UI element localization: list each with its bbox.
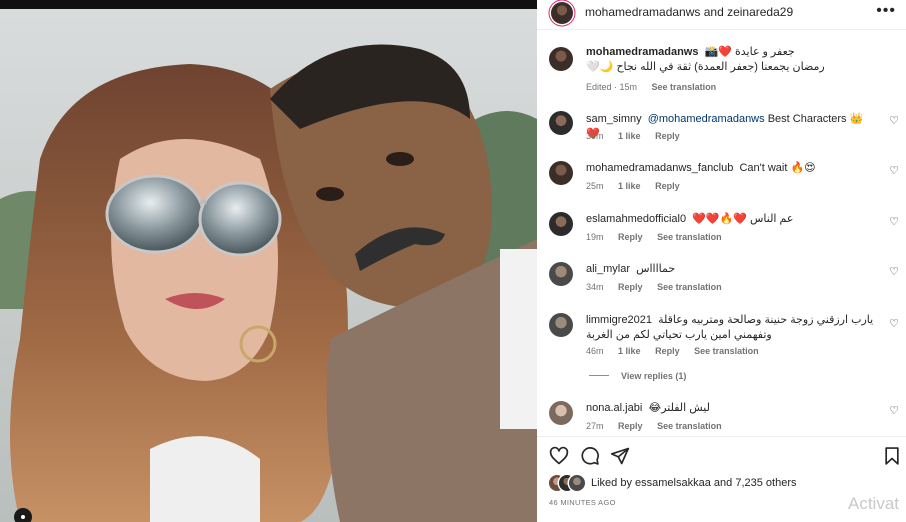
caption-edited: Edited · 15m: [586, 82, 638, 92]
comment-time: 46m: [586, 346, 604, 356]
comment-avatar[interactable]: [549, 313, 573, 337]
caption-body: mohamedramadanws جعفر و عايدة ❤️📸 رمضان …: [586, 45, 880, 75]
comment-like-heart-icon[interactable]: ♡: [889, 114, 899, 127]
comment-body: limmigre2021 يارب ارزقني زوجة حنينة وصال…: [586, 313, 880, 343]
comment-text: عم الناس ❤️🔥❤️❤️: [692, 213, 794, 225]
comment-like-heart-icon[interactable]: ♡: [889, 404, 899, 417]
post-image-selfie: [0, 9, 537, 522]
comment-body: mohamedramadanws_fanclub Can't wait 🔥😍: [586, 161, 880, 176]
comment-mention[interactable]: @mohamedramadanws: [648, 113, 765, 125]
photo-top-bar: [0, 0, 537, 9]
caption-line2: رمضان يجمعنا (جعفر العمدة) ثقة في الله ن…: [586, 61, 825, 73]
comment-time: 34m: [586, 282, 604, 292]
bookmark-icon[interactable]: [882, 446, 902, 466]
comment-time: 39m: [586, 131, 604, 141]
comment-username[interactable]: eslamahmedofficial0: [586, 213, 686, 225]
likes-summary: Liked by essamelsakkaa and 7,235 others: [549, 474, 906, 492]
comment-likes[interactable]: 1 like: [618, 346, 641, 356]
likes-others[interactable]: 7,235 others: [735, 477, 796, 489]
comment-body: nona.al.jabi ليش الفلتر😂: [586, 401, 880, 416]
post-photo[interactable]: [0, 0, 537, 522]
photo-tag-indicator-icon[interactable]: [14, 508, 32, 522]
post-details-panel: mohamedramadanws and zeinareda29 ••• moh…: [537, 0, 906, 522]
liker-avatars: [549, 475, 597, 491]
comment-reply[interactable]: Reply: [655, 346, 680, 356]
comment-username[interactable]: limmigre2021: [586, 314, 652, 326]
comment-time: 27m: [586, 421, 604, 431]
caption-see-translation[interactable]: See translation: [652, 82, 717, 92]
comment-username[interactable]: ali_mylar: [586, 263, 630, 275]
comment-see-translation[interactable]: See translation: [657, 421, 722, 431]
comment-text: Can't wait 🔥😍: [739, 162, 816, 174]
likes-text: Liked by essamelsakkaa and 7,235 others: [591, 477, 796, 489]
paper-plane-icon[interactable]: [610, 446, 630, 466]
comment-like-heart-icon[interactable]: ♡: [889, 317, 899, 330]
replies-dash: [589, 375, 609, 376]
comment-avatar[interactable]: [549, 212, 573, 236]
comment-avatar[interactable]: [549, 161, 573, 185]
comment-like-heart-icon[interactable]: ♡: [889, 265, 899, 278]
liker-avatar: [569, 475, 585, 491]
comment-see-translation[interactable]: See translation: [694, 346, 759, 356]
comment-reply[interactable]: Reply: [655, 181, 680, 191]
header-avatar[interactable]: [551, 2, 573, 24]
comment-bubble-icon[interactable]: [580, 446, 600, 466]
comment-reply[interactable]: Reply: [618, 282, 643, 292]
caption-username[interactable]: mohamedramadanws: [586, 46, 698, 58]
comment-like-heart-icon[interactable]: ♡: [889, 164, 899, 177]
comment-meta: 34m Reply See translation: [586, 282, 734, 292]
more-options-icon[interactable]: •••: [876, 2, 896, 20]
likes-user[interactable]: essamelsakkaa: [635, 477, 711, 489]
comment-username[interactable]: sam_simny: [586, 113, 642, 125]
activate-windows-watermark: Activat: [848, 494, 900, 513]
post-header: mohamedramadanws and zeinareda29 •••: [537, 0, 906, 30]
comment-meta: 46m 1 like Reply See translation: [586, 346, 771, 356]
comment-like-heart-icon[interactable]: ♡: [889, 215, 899, 228]
comment-meta: 27m Reply See translation: [586, 421, 734, 431]
comment-reply[interactable]: Reply: [618, 421, 643, 431]
comment-avatar[interactable]: [549, 111, 573, 135]
comment-meta: 39m 1 like Reply: [586, 131, 692, 141]
comment-username[interactable]: mohamedramadanws_fanclub: [586, 162, 733, 174]
comment-meta: 25m 1 like Reply: [586, 181, 692, 191]
post-actions-bar: [537, 436, 906, 472]
view-replies-label: View replies (1): [621, 371, 687, 381]
likes-prefix: Liked by: [591, 477, 636, 489]
comment-avatar[interactable]: [549, 262, 573, 286]
comment-see-translation[interactable]: See translation: [657, 232, 722, 242]
posted-timestamp[interactable]: 46 MINUTES AGO: [549, 498, 616, 507]
view-replies-button[interactable]: View replies (1): [589, 371, 686, 381]
comment-username[interactable]: nona.al.jabi: [586, 402, 642, 414]
comment-body: eslamahmedofficial0 عم الناس ❤️🔥❤️❤️: [586, 212, 880, 227]
comment-text: حمااااس: [636, 263, 676, 275]
header-usernames[interactable]: mohamedramadanws and zeinareda29: [585, 5, 793, 19]
caption-line1: جعفر و عايدة ❤️📸: [704, 46, 795, 58]
heart-outline-icon[interactable]: [549, 446, 569, 466]
comment-text: ليش الفلتر😂: [648, 402, 710, 414]
comment-avatar[interactable]: [549, 401, 573, 425]
comment-meta: 19m Reply See translation: [586, 232, 734, 242]
comment-time: 25m: [586, 181, 604, 191]
likes-and: and: [710, 477, 736, 489]
caption-avatar[interactable]: [549, 47, 573, 71]
comment-reply[interactable]: Reply: [618, 232, 643, 242]
comment-likes[interactable]: 1 like: [618, 181, 641, 191]
comment-reply[interactable]: Reply: [655, 131, 680, 141]
comment-see-translation[interactable]: See translation: [657, 282, 722, 292]
comments-list[interactable]: mohamedramadanws جعفر و عايدة ❤️📸 رمضان …: [537, 31, 906, 436]
comment-time: 19m: [586, 232, 604, 242]
comment-likes[interactable]: 1 like: [618, 131, 641, 141]
comment-body: ali_mylar حمااااس: [586, 262, 880, 277]
caption-meta: Edited · 15m See translation: [586, 82, 728, 92]
